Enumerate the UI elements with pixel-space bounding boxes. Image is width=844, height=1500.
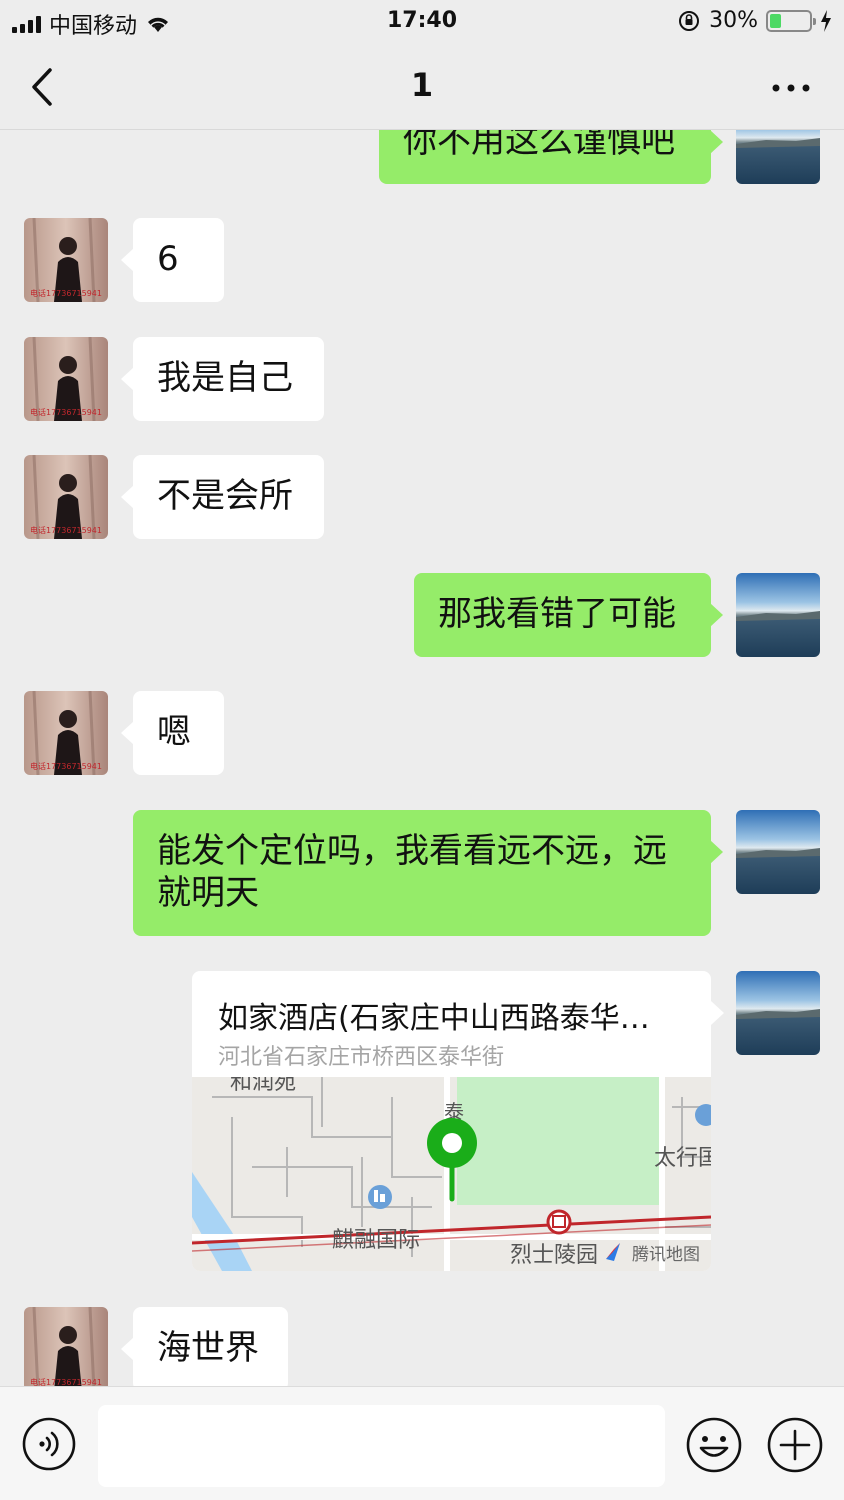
- message-bubble[interactable]: 那我看错了可能: [414, 573, 723, 657]
- battery-icon: [766, 9, 816, 32]
- status-right: 30%: [677, 8, 832, 33]
- message-input[interactable]: [98, 1405, 665, 1487]
- message-bubble[interactable]: 不是会所: [121, 455, 324, 539]
- message-text: 不是会所: [157, 476, 293, 516]
- map-label-right: 太行国: [654, 1146, 711, 1171]
- battery-percent: 30%: [709, 8, 758, 33]
- my-avatar[interactable]: [736, 130, 820, 184]
- message-text: 海世界: [157, 1328, 259, 1368]
- map-label-bottom-mid: 烈士陵园: [510, 1243, 598, 1268]
- avatar-watermark: 电话17736715941: [30, 407, 102, 417]
- my-avatar[interactable]: [736, 573, 820, 657]
- plus-button[interactable]: [767, 1417, 823, 1473]
- message-bubble[interactable]: 你不用这么谨慎吧: [379, 130, 723, 184]
- orientation-lock-icon: [679, 10, 700, 31]
- map-label-bottom-left: 麒融国际: [332, 1228, 420, 1253]
- message-bubble[interactable]: 6: [121, 218, 224, 302]
- status-bar: 中国移动 17:40 30%: [0, 0, 844, 44]
- message-text: 你不用这么谨慎吧: [403, 130, 675, 161]
- message-bubble[interactable]: 嗯: [121, 691, 224, 775]
- message-bubble[interactable]: 能发个定位吗，我看看远不远，远就明天: [133, 810, 723, 936]
- contact-avatar[interactable]: 电话17736715941: [24, 691, 108, 775]
- my-avatar[interactable]: [736, 971, 820, 1055]
- voice-button[interactable]: [22, 1417, 76, 1471]
- avatar-watermark: 电话17736715941: [30, 761, 102, 771]
- message-text: 能发个定位吗，我看看远不远，远就明天: [157, 831, 667, 913]
- chat-area[interactable]: 你不用这么谨慎吧 电话17736715941 6 电话17736715941 我…: [0, 130, 844, 1386]
- map-label-top: 和润苑: [230, 1077, 296, 1095]
- location-map[interactable]: 和润苑 泰 太行国 麒融国际 烈士陵园 腾讯地图: [192, 1077, 711, 1271]
- location-title: 如家酒店(石家庄中山西路泰华街店): [218, 1001, 678, 1036]
- contact-avatar[interactable]: 电话17736715941: [24, 218, 108, 302]
- nav-bar: 1: [0, 44, 844, 130]
- message-text: 我是自己: [157, 358, 293, 398]
- avatar-watermark: 电话17736715941: [30, 525, 102, 535]
- message-text: 6: [157, 239, 179, 279]
- map-provider: 腾讯地图: [632, 1245, 700, 1265]
- bubble-tail: [711, 1001, 724, 1025]
- input-bar: [0, 1386, 844, 1500]
- my-avatar[interactable]: [736, 810, 820, 894]
- more-button[interactable]: [766, 68, 816, 108]
- emoji-button[interactable]: [686, 1417, 742, 1473]
- charging-icon: [821, 9, 831, 32]
- contact-avatar[interactable]: 电话17736715941: [24, 1307, 108, 1386]
- message-text: 嗯: [157, 712, 191, 752]
- contact-avatar[interactable]: 电话17736715941: [24, 455, 108, 539]
- avatar-watermark: 电话17736715941: [30, 1377, 102, 1386]
- location-card[interactable]: 如家酒店(石家庄中山西路泰华街店) 河北省石家庄市桥西区泰华街 和润苑 泰 太行…: [192, 971, 711, 1271]
- chat-title: 1: [410, 66, 434, 104]
- location-address: 河北省石家庄市桥西区泰华街: [218, 1045, 505, 1070]
- contact-avatar[interactable]: 电话17736715941: [24, 337, 108, 421]
- message-text: 那我看错了可能: [438, 594, 676, 634]
- message-bubble[interactable]: 我是自己: [121, 337, 324, 421]
- avatar-watermark: 电话17736715941: [30, 288, 102, 298]
- message-bubble[interactable]: 海世界: [121, 1307, 288, 1386]
